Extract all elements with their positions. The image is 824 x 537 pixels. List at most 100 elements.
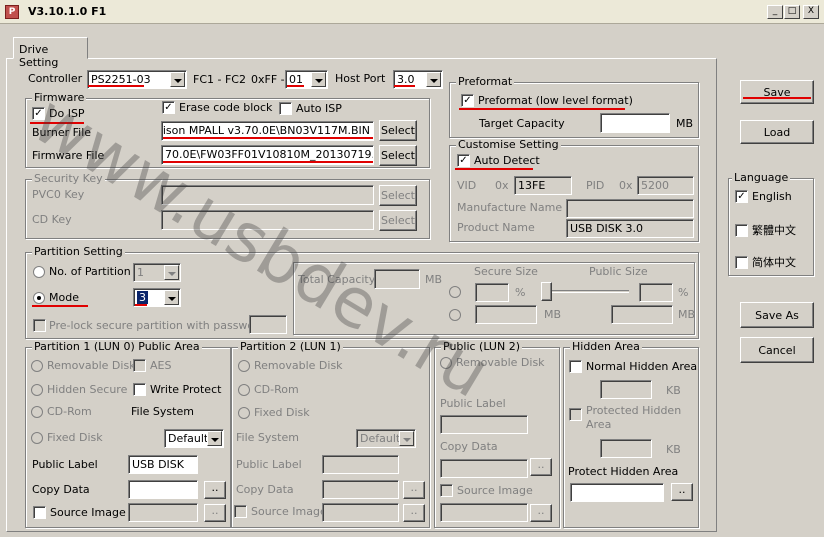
product-name-field[interactable]: USB DISK 3.0 [566, 219, 694, 238]
auto-isp-checkbox[interactable] [279, 102, 292, 115]
minimize-icon[interactable]: _ [767, 5, 783, 19]
mb-mode-radio[interactable] [449, 309, 461, 321]
protect-hidden-area-field[interactable] [570, 483, 664, 502]
p2-source-image-field[interactable] [322, 503, 399, 522]
tab-drive-setting[interactable]: Drive Setting [13, 37, 88, 69]
pub2-copy-data-field[interactable] [440, 459, 528, 478]
english-checkbox[interactable]: ✓ [735, 190, 748, 203]
p2-source-image-checkbox[interactable] [234, 505, 247, 518]
partition-setting-title: Partition Setting [32, 245, 125, 258]
chevron-down-icon[interactable] [426, 72, 441, 87]
annotation-underline [394, 85, 415, 87]
pid-field[interactable]: 5200 [637, 176, 694, 195]
traditional-chinese-checkbox[interactable] [735, 224, 748, 237]
chevron-down-icon[interactable] [164, 265, 179, 280]
p2-cdrom-radio[interactable] [238, 384, 250, 396]
mode-label: Mode [49, 291, 79, 304]
prelock-password-field[interactable] [249, 315, 287, 334]
p1-source-image-field[interactable] [128, 503, 198, 522]
normal-hidden-checkbox[interactable] [569, 360, 582, 373]
pvc0-key-field[interactable] [161, 185, 374, 205]
protected-hidden-checkbox[interactable] [569, 408, 582, 421]
pub2-source-image-browse-button[interactable]: .. [530, 504, 552, 522]
p1-write-protect-checkbox[interactable] [133, 383, 146, 396]
normal-hidden-size-field[interactable] [600, 380, 652, 399]
p1-aes-label: AES [150, 359, 172, 372]
chevron-down-icon[interactable] [399, 431, 414, 446]
simplified-chinese-checkbox[interactable] [735, 256, 748, 269]
p2-removable-radio[interactable] [238, 360, 250, 372]
p2-copy-data-label: Copy Data [236, 483, 294, 496]
p1-file-system-select[interactable]: Default [164, 429, 224, 448]
p1-aes-checkbox[interactable] [133, 359, 146, 372]
p1-public-label-field[interactable]: USB DISK [128, 455, 198, 474]
p1-source-image-browse-button[interactable]: .. [204, 504, 226, 522]
p1-copy-data-field[interactable] [128, 480, 198, 499]
annotation-underline [455, 168, 533, 170]
pub2-removable-radio[interactable] [440, 357, 452, 369]
p2-fixed-radio[interactable] [238, 407, 250, 419]
size-slider-handle[interactable] [541, 282, 552, 301]
p2-copy-data-browse-button[interactable]: .. [403, 481, 425, 499]
chevron-down-icon[interactable] [311, 72, 326, 87]
public-lun2-title: Public (LUN 2) [441, 340, 522, 353]
p1-fixed-radio[interactable] [31, 432, 43, 444]
protected-hidden-size-field[interactable] [600, 439, 652, 458]
maximize-icon[interactable]: □ [784, 5, 800, 19]
preformat-checkbox[interactable]: ✓ [461, 94, 474, 107]
pub2-source-image-field[interactable] [440, 503, 528, 522]
cd-select-button[interactable]: Select [379, 210, 417, 231]
save-button[interactable]: Save [740, 80, 814, 104]
p1-copy-data-browse-button[interactable]: .. [204, 481, 226, 499]
pub2-public-label-field[interactable] [440, 415, 528, 434]
secure-mb-field[interactable] [475, 305, 537, 324]
manufacture-name-field[interactable] [566, 199, 694, 218]
close-icon[interactable]: X [803, 5, 819, 19]
target-capacity-field[interactable] [600, 113, 670, 133]
pub2-copy-data-browse-button[interactable]: .. [530, 458, 552, 476]
p2-file-system-label: File System [236, 431, 299, 444]
save-as-button[interactable]: Save As [740, 302, 814, 328]
p2-source-image-browse-button[interactable]: .. [403, 504, 425, 522]
no-of-partition-radio[interactable] [33, 266, 45, 278]
percent-mode-radio[interactable] [449, 286, 461, 298]
preformat-title: Preformat [456, 75, 515, 88]
cancel-button[interactable]: Cancel [740, 337, 814, 363]
annotation-underline [743, 97, 811, 99]
total-capacity-label: Total Capacity [298, 273, 376, 286]
chevron-down-icon[interactable] [164, 290, 179, 305]
prelock-checkbox[interactable] [33, 319, 46, 332]
chevron-down-icon[interactable] [207, 431, 222, 446]
burner-select-button[interactable]: Select [379, 120, 417, 141]
mode-radio[interactable] [33, 292, 45, 304]
p1-hidden-secure-radio[interactable] [31, 384, 43, 396]
p1-cdrom-radio[interactable] [31, 406, 43, 418]
secure-mb-unit: MB [544, 308, 562, 321]
p2-file-system-select[interactable]: Default [356, 429, 416, 448]
chevron-down-icon[interactable] [170, 72, 185, 87]
p2-public-label-field[interactable] [322, 455, 399, 474]
pub2-source-image-checkbox[interactable] [440, 484, 453, 497]
total-capacity-field[interactable] [374, 269, 420, 289]
public-percent-field[interactable] [639, 283, 673, 302]
erase-code-checkbox[interactable]: ✓ [162, 101, 175, 114]
firmware-select-button[interactable]: Select [379, 145, 417, 166]
vid-field[interactable]: 13FE [514, 176, 572, 195]
protect-hidden-browse-button[interactable]: .. [671, 483, 693, 501]
p1-source-image-checkbox[interactable] [33, 506, 46, 519]
public-mb-field[interactable] [611, 305, 673, 324]
do-isp-checkbox[interactable]: ✓ [32, 107, 45, 120]
load-button[interactable]: Load [740, 120, 814, 144]
normal-hidden-label: Normal Hidden Area [586, 360, 698, 373]
p1-removable-radio[interactable] [31, 360, 43, 372]
auto-detect-checkbox[interactable]: ✓ [457, 154, 470, 167]
p2-copy-data-field[interactable] [322, 480, 399, 499]
size-slider-track[interactable] [545, 290, 629, 293]
cd-key-field[interactable] [161, 210, 374, 230]
pvc0-select-button[interactable]: Select [379, 185, 417, 206]
app-icon: P [5, 5, 19, 19]
no-of-partition-select[interactable]: 1 [133, 263, 181, 282]
secure-percent-field[interactable] [475, 283, 509, 302]
annotation-underline [32, 305, 88, 307]
pub2-removable-label: Removable Disk [456, 356, 545, 369]
